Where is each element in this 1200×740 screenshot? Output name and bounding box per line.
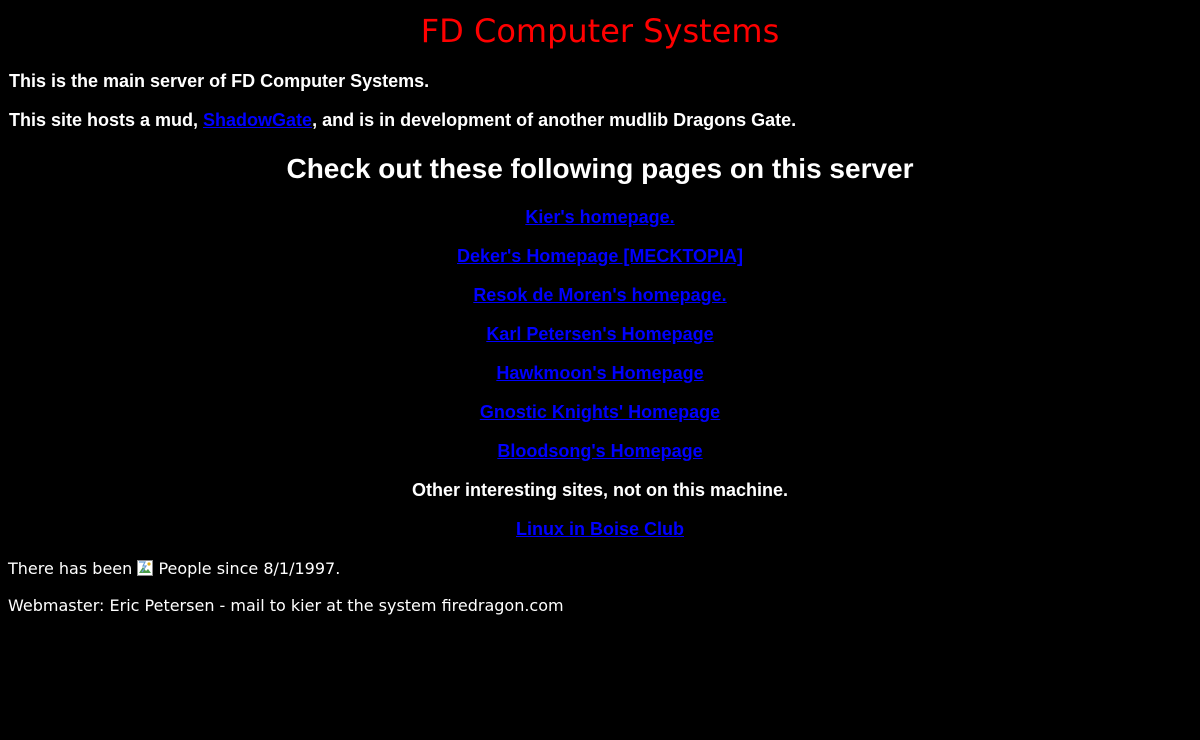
bloodsong-homepage-link[interactable]: Bloodsong's Homepage bbox=[497, 441, 702, 461]
list-item: Bloodsong's Homepage bbox=[0, 440, 1200, 462]
shadowgate-link[interactable]: ShadowGate bbox=[203, 110, 312, 130]
intro-line-mud: This site hosts a mud, ShadowGate, and i… bbox=[9, 109, 796, 131]
linux-in-boise-club-link[interactable]: Linux in Boise Club bbox=[516, 519, 684, 539]
intro-text-after: , and is in development of another mudli… bbox=[312, 110, 797, 130]
resok-homepage-link[interactable]: Resok de Moren's homepage. bbox=[473, 285, 726, 305]
broken-image-icon bbox=[137, 560, 154, 576]
list-item: Kier's homepage. bbox=[0, 206, 1200, 228]
intro-text-before: This site hosts a mud, bbox=[9, 110, 204, 130]
list-item: Resok de Moren's homepage. bbox=[0, 284, 1200, 306]
counter-text-after: People since 8/1/1997. bbox=[158, 559, 341, 578]
list-item: Linux in Boise Club bbox=[0, 518, 1200, 540]
site-title: FD Computer Systems bbox=[420, 12, 780, 50]
links-section-heading: Check out these following pages on this … bbox=[286, 153, 914, 184]
list-item: Gnostic Knights' Homepage bbox=[0, 401, 1200, 423]
visitor-counter: There has been People since 8/1/1997. bbox=[8, 559, 340, 579]
webmaster-line: Webmaster: Eric Petersen - mail to kier … bbox=[8, 596, 564, 615]
intro-line-main-server: This is the main server of FD Computer S… bbox=[9, 71, 430, 91]
deker-homepage-link[interactable]: Deker's Homepage [MECKTOPIA] bbox=[457, 246, 743, 266]
list-item: Hawkmoon's Homepage bbox=[0, 362, 1200, 384]
other-sites-heading: Other interesting sites, not on this mac… bbox=[411, 480, 789, 500]
gnostic-knights-homepage-link[interactable]: Gnostic Knights' Homepage bbox=[480, 402, 720, 422]
list-item: Karl Petersen's Homepage bbox=[0, 323, 1200, 345]
list-item: Deker's Homepage [MECKTOPIA] bbox=[0, 245, 1200, 267]
counter-text-before: There has been bbox=[8, 559, 133, 578]
hawkmoon-homepage-link[interactable]: Hawkmoon's Homepage bbox=[496, 363, 703, 383]
karl-petersen-homepage-link[interactable]: Karl Petersen's Homepage bbox=[486, 324, 713, 344]
kier-homepage-link[interactable]: Kier's homepage. bbox=[525, 207, 674, 227]
